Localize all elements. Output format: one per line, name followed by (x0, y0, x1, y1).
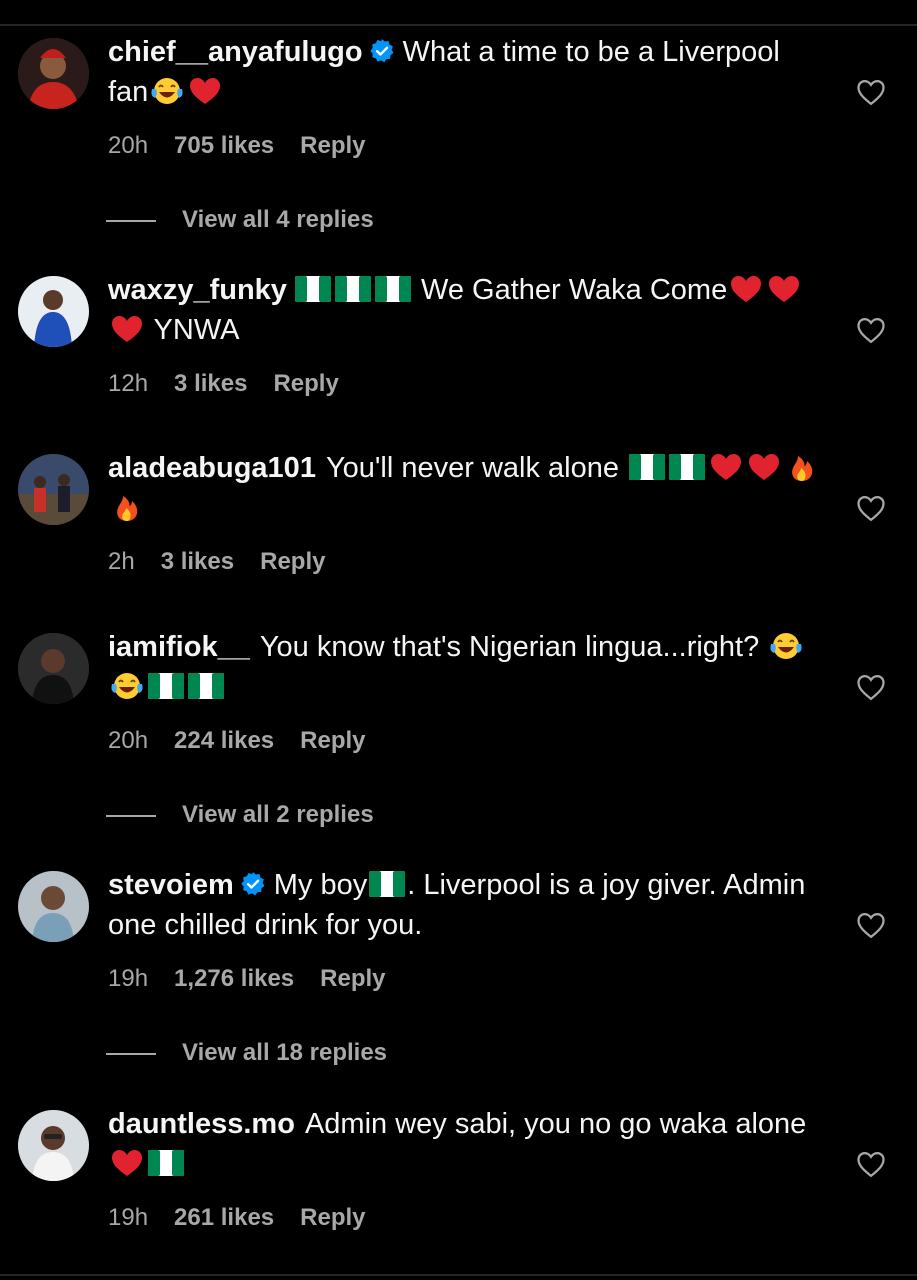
heart-outline-icon[interactable] (856, 316, 886, 344)
heart-outline-icon[interactable] (856, 1150, 886, 1178)
nigeria-flag-emoji (148, 673, 184, 699)
reply-button[interactable]: Reply (320, 965, 385, 992)
red-heart-emoji (747, 452, 781, 482)
reply-button[interactable]: Reply (300, 1204, 365, 1231)
timestamp: 20h (108, 727, 149, 754)
likes-count[interactable]: 705 likes (174, 132, 274, 159)
comment-body: We Gather Waka Come (420, 274, 728, 306)
view-replies-label: View all 18 replies (182, 1039, 388, 1066)
likes-count[interactable]: 1,276 likes (174, 965, 294, 992)
comment-meta: 20h 705 likes Reply (108, 132, 392, 160)
tears-of-joy-emoji (110, 671, 144, 701)
nigeria-flag-emoji (148, 1150, 184, 1176)
verified-badge-icon (240, 871, 266, 897)
fire-emoji (110, 492, 144, 522)
nigeria-flag-emoji (295, 276, 331, 302)
nigeria-flag-emoji (375, 276, 411, 302)
timestamp: 19h (108, 965, 149, 992)
comment-body: You know that's Nigerian lingua...right? (259, 631, 760, 663)
timestamp: 12h (108, 370, 149, 397)
username[interactable]: waxzy_funky (108, 274, 287, 306)
view-replies-link[interactable]: View all 18 replies (106, 1039, 387, 1067)
username[interactable]: dauntless.mo (108, 1108, 295, 1140)
timestamp: 19h (108, 1204, 149, 1231)
avatar[interactable] (18, 276, 89, 347)
red-heart-emoji (709, 452, 743, 482)
comment-text: waxzy_funky We Gather Waka Come YNWA (108, 270, 828, 350)
username[interactable]: stevoiem (108, 869, 234, 901)
fire-emoji (785, 452, 819, 482)
replies-dash (106, 814, 156, 817)
comment-meta: 12h 3 likes Reply (108, 370, 365, 398)
heart-outline-icon[interactable] (856, 494, 886, 522)
likes-count[interactable]: 3 likes (161, 548, 234, 575)
comment-body: My boy (273, 869, 368, 901)
likes-count[interactable]: 224 likes (174, 727, 274, 754)
avatar[interactable] (18, 871, 89, 942)
username[interactable]: aladeabuga101 (108, 452, 316, 484)
red-heart-emoji (188, 76, 222, 106)
red-heart-emoji (110, 1148, 144, 1178)
heart-outline-icon[interactable] (856, 911, 886, 939)
avatar[interactable] (18, 38, 89, 109)
nigeria-flag-emoji (188, 673, 224, 699)
comment-meta: 19h 261 likes Reply (108, 1204, 392, 1232)
bottom-divider (0, 1274, 917, 1276)
comment-meta: 20h 224 likes Reply (108, 727, 392, 755)
comment-text: stevoiem My boy. Liverpool is a joy giver… (108, 865, 828, 945)
view-replies-label: View all 4 replies (182, 206, 374, 233)
verified-badge-icon (369, 38, 395, 64)
reply-button[interactable]: Reply (260, 548, 325, 575)
red-heart-emoji (729, 274, 763, 304)
username[interactable]: chief__anyafulugo (108, 36, 363, 68)
avatar[interactable] (18, 633, 89, 704)
likes-count[interactable]: 261 likes (174, 1204, 274, 1231)
timestamp: 20h (108, 132, 149, 159)
view-replies-link[interactable]: View all 2 replies (106, 801, 374, 829)
comment-meta: 19h 1,276 likes Reply (108, 965, 412, 993)
nigeria-flag-emoji (629, 454, 665, 480)
nigeria-flag-emoji (669, 454, 705, 480)
view-replies-link[interactable]: View all 4 replies (106, 206, 374, 234)
timestamp: 2h (108, 548, 135, 575)
tears-of-joy-emoji (150, 76, 184, 106)
top-divider (0, 24, 917, 26)
likes-count[interactable]: 3 likes (174, 370, 247, 397)
red-heart-emoji (110, 314, 144, 344)
comment-text: iamifiok__ You know that's Nigerian lingu… (108, 627, 828, 707)
comment-meta: 2h 3 likes Reply (108, 548, 351, 576)
heart-outline-icon[interactable] (856, 78, 886, 106)
comment-body-tail: YNWA (153, 314, 240, 346)
heart-outline-icon[interactable] (856, 673, 886, 701)
replies-dash (106, 1052, 156, 1055)
comment-text: aladeabuga101 You'll never walk alone (108, 448, 828, 528)
view-replies-label: View all 2 replies (182, 801, 374, 828)
red-heart-emoji (767, 274, 801, 304)
username[interactable]: iamifiok__ (108, 631, 250, 663)
nigeria-flag-emoji (369, 871, 405, 897)
reply-button[interactable]: Reply (300, 132, 365, 159)
avatar[interactable] (18, 1110, 89, 1181)
replies-dash (106, 219, 156, 222)
reply-button[interactable]: Reply (300, 727, 365, 754)
tears-of-joy-emoji (769, 631, 803, 661)
comment-text: dauntless.mo Admin wey sabi, you no go wa… (108, 1104, 828, 1184)
comment-body: You'll never walk alone (325, 452, 619, 484)
comment-body: Admin wey sabi, you no go waka alone (304, 1108, 807, 1140)
reply-button[interactable]: Reply (273, 370, 338, 397)
avatar[interactable] (18, 454, 89, 525)
comment-text: chief__anyafulugo What a time to be a Liv… (108, 32, 828, 112)
nigeria-flag-emoji (335, 276, 371, 302)
